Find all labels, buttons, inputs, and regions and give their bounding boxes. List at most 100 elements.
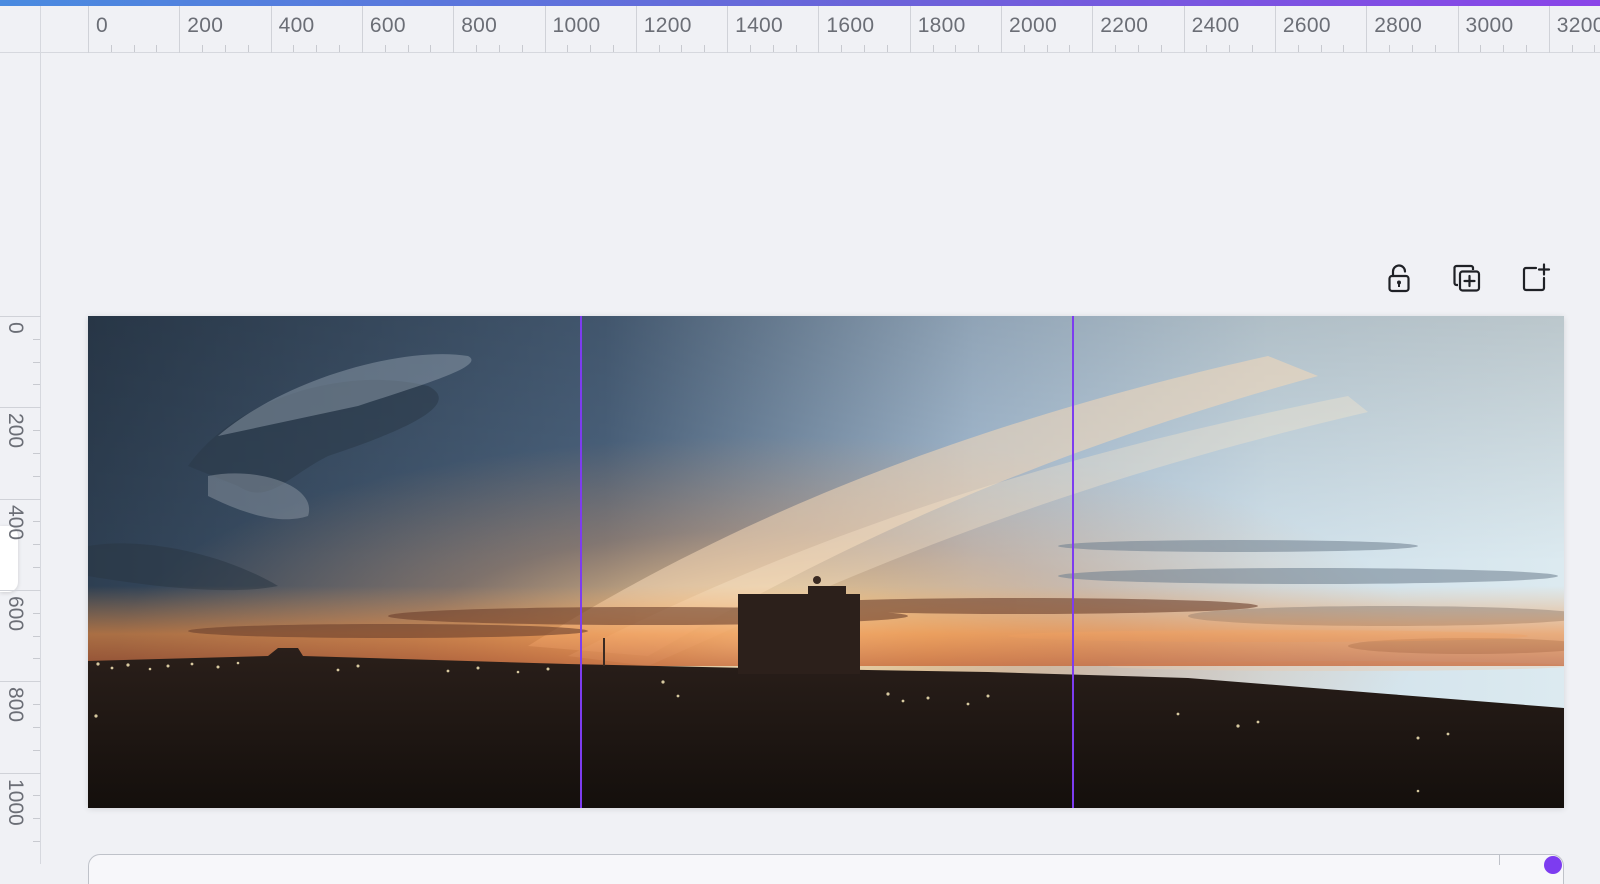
add-page-button[interactable]: [1512, 255, 1558, 301]
ruler-label: 1000: [4, 778, 27, 826]
ruler-major-tick: [0, 407, 41, 409]
ruler-minor-tick: [33, 749, 40, 751]
zoom-slider-knob[interactable]: [1544, 856, 1562, 874]
ruler-minor-tick: [1571, 45, 1573, 52]
vertical-ruler[interactable]: 0 200 400 600 800 1000: [0, 53, 41, 864]
ruler-minor-tick: [1115, 45, 1117, 52]
ruler-minor-tick: [886, 45, 888, 52]
ruler-minor-tick: [1069, 45, 1071, 52]
vertical-guide-line[interactable]: [580, 316, 582, 808]
ruler-minor-tick: [33, 840, 40, 842]
ruler-minor-tick: [1503, 45, 1505, 52]
ruler-label: 800: [4, 687, 27, 723]
ruler-label: 600: [4, 595, 27, 631]
ruler-label: 2800: [1374, 14, 1423, 37]
ruler-major-tick: [1366, 6, 1368, 53]
ruler-label: 600: [369, 14, 406, 37]
ruler-label: 1200: [643, 14, 692, 37]
ruler-label: 2400: [1191, 14, 1240, 37]
ruler-major-tick: [1457, 6, 1459, 53]
ruler-major-tick: [1183, 6, 1185, 53]
ruler-major-tick: [0, 316, 41, 317]
ruler-major-tick: [635, 6, 637, 53]
page-navigator-bar[interactable]: [88, 854, 1564, 884]
vertical-guide-line[interactable]: [1072, 316, 1074, 808]
ruler-label: 2200: [1100, 14, 1149, 37]
ruler-label: 1800: [917, 14, 966, 37]
ruler-major-tick: [544, 6, 546, 53]
ruler-label: 400: [278, 14, 315, 37]
ruler-minor-tick: [590, 45, 592, 52]
ruler-minor-tick: [33, 475, 40, 477]
ruler-label: 1400: [735, 14, 784, 37]
ruler-minor-tick: [1160, 45, 1162, 52]
duplicate-page-icon: [1453, 264, 1481, 292]
ruler-major-tick: [1001, 6, 1002, 53]
ruler-label: 200: [187, 14, 224, 37]
ruler-minor-tick: [33, 704, 40, 706]
ruler-minor-tick: [658, 45, 660, 52]
ruler-minor-tick: [749, 45, 751, 52]
ruler-minor-tick: [612, 45, 614, 52]
ruler-minor-tick: [932, 45, 934, 52]
ruler-minor-tick: [33, 635, 40, 637]
ruler-minor-tick: [33, 338, 40, 340]
ruler-label: 1000: [552, 14, 601, 37]
ruler-minor-tick: [293, 45, 295, 52]
ruler-minor-tick: [1320, 45, 1322, 52]
ruler-minor-tick: [33, 544, 40, 546]
add-page-icon: [1522, 263, 1551, 292]
design-page[interactable]: [88, 316, 1564, 808]
ruler-label: 0: [96, 14, 108, 37]
ruler-label: 3200: [1556, 14, 1600, 37]
lock-page-button[interactable]: [1376, 255, 1422, 301]
ruler-minor-tick: [316, 45, 318, 52]
ruler-minor-tick: [133, 45, 135, 52]
ruler-minor-tick: [384, 45, 386, 52]
ruler-label: 2600: [1282, 14, 1331, 37]
ruler-minor-tick: [202, 45, 204, 52]
ruler-minor-tick: [33, 795, 40, 797]
ruler-minor-tick: [567, 45, 569, 52]
ruler-minor-tick: [772, 45, 774, 52]
ruler-minor-tick: [1389, 45, 1391, 52]
ruler-minor-tick: [33, 384, 40, 386]
ruler-minor-tick: [1525, 45, 1527, 52]
ruler-label: 2000: [1009, 14, 1057, 37]
ruler-minor-tick: [681, 45, 683, 52]
ruler-major-tick: [818, 6, 820, 53]
ruler-label: 800: [461, 14, 498, 37]
ruler-label: 0: [4, 322, 27, 334]
ruler-major-tick: [361, 6, 363, 53]
ruler-minor-tick: [1206, 45, 1208, 52]
ruler-label: 3000: [1465, 14, 1514, 37]
ruler-minor-tick: [1297, 45, 1299, 52]
duplicate-page-button[interactable]: [1444, 255, 1490, 301]
ruler-minor-tick: [33, 567, 40, 569]
ruler-major-tick: [1274, 6, 1276, 53]
ruler-minor-tick: [1434, 45, 1436, 52]
horizontal-ruler[interactable]: 0 200 400 600 800 1000 1200 1400 1600 1800 2000 220…: [41, 6, 1600, 53]
ruler-minor-tick: [1411, 45, 1413, 52]
ruler-minor-tick: [33, 612, 40, 614]
ruler-minor-tick: [795, 45, 797, 52]
ruler-major-tick: [0, 772, 41, 774]
ruler-minor-tick: [1252, 45, 1254, 52]
ruler-minor-tick: [476, 45, 478, 52]
ruler-minor-tick: [864, 45, 866, 52]
sunset-panorama-image[interactable]: [88, 316, 1564, 808]
ruler-major-tick: [0, 498, 41, 500]
ruler-minor-tick: [498, 45, 500, 52]
ruler-minor-tick: [1480, 45, 1482, 52]
ruler-minor-tick: [247, 45, 249, 52]
ruler-major-tick: [727, 6, 729, 53]
ruler-minor-tick: [110, 45, 112, 52]
ruler-minor-tick: [156, 45, 158, 52]
ruler-minor-tick: [1023, 45, 1025, 52]
ruler-major-tick: [1092, 6, 1094, 53]
ruler-label: 400: [4, 504, 27, 540]
ruler-minor-tick: [978, 45, 980, 52]
ruler-corner: [0, 6, 41, 53]
page-toolbar: [1376, 255, 1558, 303]
ruler-minor-tick: [1229, 45, 1231, 52]
